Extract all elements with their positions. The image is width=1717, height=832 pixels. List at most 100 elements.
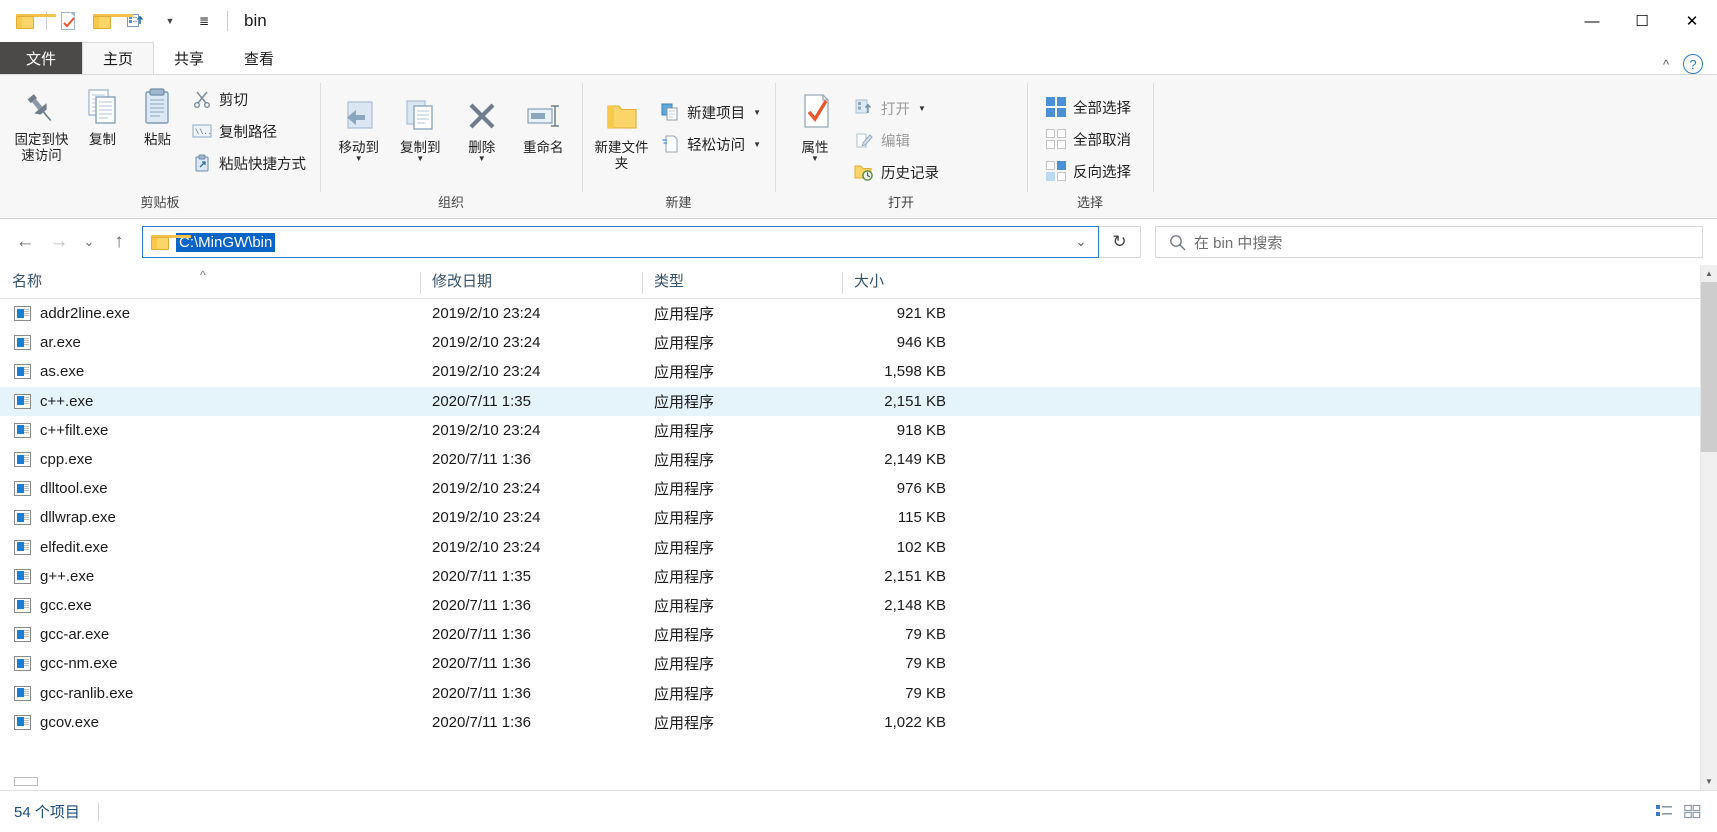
file-name-cell: dllwrap.exe (0, 509, 420, 526)
table-row[interactable]: gcc-ar.exe 2020/7/11 1:36 应用程序 79 KB (0, 620, 1700, 649)
ribbon-group-open: 属性 ▼ 打开 ▼ 编辑 历史记录 打开 (775, 75, 1027, 218)
tab-share[interactable]: 共享 (154, 42, 224, 74)
table-row[interactable]: gcc-nm.exe 2020/7/11 1:36 应用程序 79 KB (0, 649, 1700, 678)
table-row[interactable]: addr2line.exe 2019/2/10 23:24 应用程序 921 KB (0, 299, 1700, 328)
easy-access-caret-icon[interactable]: ▼ (753, 140, 761, 149)
column-header-date[interactable]: 修改日期 (420, 264, 642, 298)
table-row[interactable]: elfedit.exe 2019/2/10 23:24 应用程序 102 KB (0, 533, 1700, 562)
new-folder-button[interactable]: 新建文件夹 (590, 89, 653, 175)
qat-customize-button[interactable] (119, 4, 153, 38)
file-type-cell: 应用程序 (654, 714, 715, 732)
tab-home[interactable]: 主页 (82, 42, 155, 74)
copy-to-button[interactable]: 复制到 ▼ (390, 89, 452, 166)
tab-view[interactable]: 查看 (224, 42, 294, 74)
open-button[interactable]: 打开 ▼ (851, 93, 945, 123)
refresh-button[interactable]: ↻ (1099, 226, 1141, 258)
folder-icon (93, 13, 133, 29)
properties-button[interactable]: 属性 ▼ (783, 89, 847, 166)
delete-caret-icon[interactable]: ▼ (478, 154, 486, 162)
copy-button[interactable]: 复制 (75, 81, 130, 152)
select-none-button[interactable]: 全部取消 (1043, 124, 1137, 154)
edit-button[interactable]: 编辑 (851, 125, 945, 155)
ribbon: 固定到快速访问 复制 粘贴 剪切 \\.. 复制路径 粘贴快捷方式 剪贴板 移动… (0, 74, 1717, 219)
copy-to-icon (400, 93, 440, 137)
close-button[interactable]: ✕ (1667, 0, 1717, 42)
invert-selection-button[interactable]: 反向选择 (1043, 156, 1137, 186)
cut-button[interactable]: 剪切 (189, 84, 312, 114)
file-size-cell: 1,598 KB (884, 363, 946, 381)
file-date-cell: 2020/7/11 1:36 (432, 626, 531, 644)
vertical-scrollbar[interactable]: ▲ ▼ (1700, 265, 1717, 790)
cut-label: 剪切 (219, 92, 248, 109)
table-row[interactable]: dllwrap.exe 2019/2/10 23:24 应用程序 115 KB (0, 503, 1700, 532)
select-all-button[interactable]: 全部选择 (1043, 92, 1137, 122)
open-caret-icon[interactable]: ▼ (918, 104, 926, 113)
forward-button[interactable]: → (42, 225, 76, 259)
file-name-cell: dlltool.exe (0, 480, 420, 497)
file-size-cell: 79 KB (905, 626, 946, 644)
table-row[interactable]: gcov.exe 2020/7/11 1:36 应用程序 1,022 KB (0, 708, 1700, 737)
rename-button[interactable]: 重命名 (513, 89, 575, 160)
ribbon-group-clipboard: 固定到快速访问 复制 粘贴 剪切 \\.. 复制路径 粘贴快捷方式 剪贴板 (0, 75, 320, 218)
explorer-menu-folder-icon[interactable] (8, 4, 56, 38)
table-row[interactable]: cpp.exe 2020/7/11 1:36 应用程序 2,149 KB (0, 445, 1700, 474)
new-item-caret-icon[interactable]: ▼ (753, 108, 761, 117)
qat-more-button[interactable]: ≣ (187, 4, 221, 38)
easy-access-button[interactable]: 轻松访问 ▼ (657, 129, 767, 159)
copy-to-caret-icon[interactable]: ▼ (416, 154, 424, 162)
address-dropdown-icon[interactable]: ⌄ (1068, 234, 1094, 250)
pin-to-quick-access-button[interactable]: 固定到快速访问 (8, 81, 75, 167)
scroll-down-arrow-icon[interactable]: ▼ (1701, 773, 1717, 790)
table-row[interactable]: ar.exe 2019/2/10 23:24 应用程序 946 KB (0, 328, 1700, 357)
maximize-button[interactable]: ☐ (1617, 0, 1667, 42)
qat-new-folder-button[interactable] (85, 4, 133, 38)
qat-dropdown-button[interactable]: ▼ (153, 4, 187, 38)
paste-shortcut-label: 粘贴快捷方式 (219, 156, 306, 173)
paste-button[interactable]: 粘贴 (130, 81, 185, 152)
up-button[interactable]: ↑ (102, 225, 136, 259)
application-icon (14, 335, 31, 351)
scroll-up-arrow-icon[interactable]: ▲ (1701, 265, 1717, 282)
column-header-type[interactable]: 类型 (642, 264, 842, 298)
file-name-cell: as.exe (0, 363, 420, 380)
file-type-cell: 应用程序 (654, 452, 715, 470)
table-row[interactable]: dlltool.exe 2019/2/10 23:24 应用程序 976 KB (0, 474, 1700, 503)
help-icon[interactable]: ? (1683, 54, 1703, 74)
file-size-cell: 102 KB (896, 538, 946, 556)
file-name-label: gcc-ranlib.exe (40, 684, 134, 702)
new-item-button[interactable]: 新建项目 ▼ (657, 97, 767, 127)
minimize-button[interactable]: — (1567, 0, 1617, 42)
table-row[interactable]: c++.exe 2020/7/11 1:35 应用程序 2,151 KB (0, 386, 1700, 416)
scrollbar-thumb[interactable] (1700, 282, 1717, 452)
file-size-cell: 115 KB (897, 509, 946, 527)
delete-button[interactable]: 删除 ▼ (451, 89, 513, 166)
scrollbar-track[interactable] (1700, 282, 1717, 773)
paste-shortcut-button[interactable]: 粘贴快捷方式 (189, 148, 312, 178)
table-row[interactable]: gcc-ranlib.exe 2020/7/11 1:36 应用程序 79 KB (0, 678, 1700, 707)
tiles-view-button[interactable] (1679, 800, 1705, 824)
search-box[interactable]: 在 bin 中搜索 (1155, 226, 1703, 258)
chevron-up-icon[interactable]: ^ (1659, 57, 1673, 72)
table-row[interactable]: gcc.exe 2020/7/11 1:36 应用程序 2,148 KB (0, 591, 1700, 620)
recent-locations-button[interactable]: ⌄ (76, 225, 102, 259)
tab-file[interactable]: 文件 (0, 42, 83, 74)
move-to-caret-icon[interactable]: ▼ (355, 154, 363, 162)
address-bar[interactable]: C:\MinGW\bin ⌄ (142, 226, 1099, 258)
history-button[interactable]: 历史记录 (851, 157, 945, 187)
table-row[interactable]: g++.exe 2020/7/11 1:35 应用程序 2,151 KB (0, 562, 1700, 591)
file-type-cell: 应用程序 (654, 393, 715, 411)
move-to-button[interactable]: 移动到 ▼ (328, 89, 390, 166)
table-row[interactable]: as.exe 2019/2/10 23:24 应用程序 1,598 KB (0, 357, 1700, 386)
properties-caret-icon[interactable]: ▼ (811, 154, 819, 162)
copy-path-button[interactable]: \\.. 复制路径 (189, 116, 312, 146)
qat-properties-button[interactable] (51, 4, 85, 38)
column-header-size[interactable]: 大小 (842, 264, 962, 298)
details-view-button[interactable] (1651, 800, 1677, 824)
file-name-cell: gcc.exe (0, 597, 420, 614)
history-icon (853, 161, 875, 183)
back-button[interactable]: ← (8, 225, 42, 259)
column-header-name[interactable]: 名称 ^ (0, 264, 420, 298)
table-row[interactable]: c++filt.exe 2019/2/10 23:24 应用程序 918 KB (0, 416, 1700, 445)
move-to-icon (339, 93, 379, 137)
edit-icon (853, 129, 875, 151)
